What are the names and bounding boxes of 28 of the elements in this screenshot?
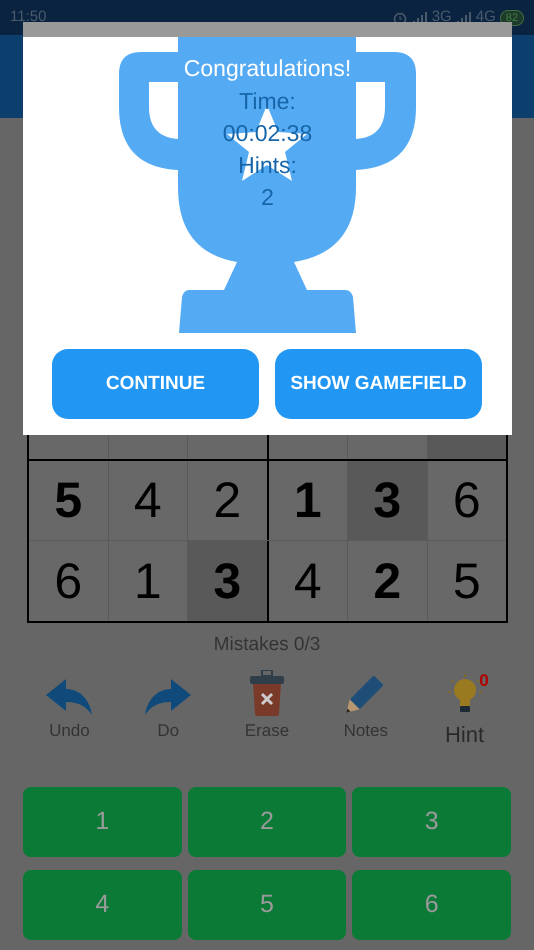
grid-cell[interactable]: 4 — [108, 461, 188, 540]
grid-cell[interactable]: 1 — [268, 461, 348, 540]
trophy-icon — [119, 37, 416, 334]
battery-indicator: 82 — [500, 10, 524, 26]
number-button[interactable]: 1 — [23, 786, 182, 856]
grid-cell[interactable]: 4 — [268, 541, 348, 621]
number-button[interactable]: 6 — [352, 870, 511, 940]
hint-count: 0 — [479, 670, 489, 692]
hints-count: 2 — [261, 183, 274, 212]
network-label: 4G — [476, 7, 496, 28]
time-label: Time: — [239, 87, 296, 116]
number-button[interactable]: 2 — [188, 786, 346, 856]
grid-cell[interactable]: 3 — [188, 541, 268, 621]
tool-label: Hint — [445, 720, 484, 748]
dialog-button[interactable]: CONTINUE — [52, 349, 259, 419]
dialog-title: Congratulations! — [184, 54, 352, 83]
number-button[interactable]: 5 — [188, 870, 346, 940]
redo-icon — [145, 678, 192, 716]
trash-icon — [250, 670, 284, 716]
number-button[interactable]: 4 — [23, 870, 182, 940]
undo-icon — [46, 678, 92, 716]
number-button[interactable]: 3 — [352, 786, 511, 856]
tool-button[interactable]: 0 Hint — [415, 670, 514, 750]
grid-cell[interactable]: 3 — [348, 461, 428, 540]
clock-time: 11:50 — [10, 7, 46, 28]
dialog-button[interactable]: SHOW GAMEFIELD — [275, 349, 482, 419]
network-label: 3G — [432, 7, 452, 28]
grid-cell[interactable]: 1 — [108, 541, 188, 621]
